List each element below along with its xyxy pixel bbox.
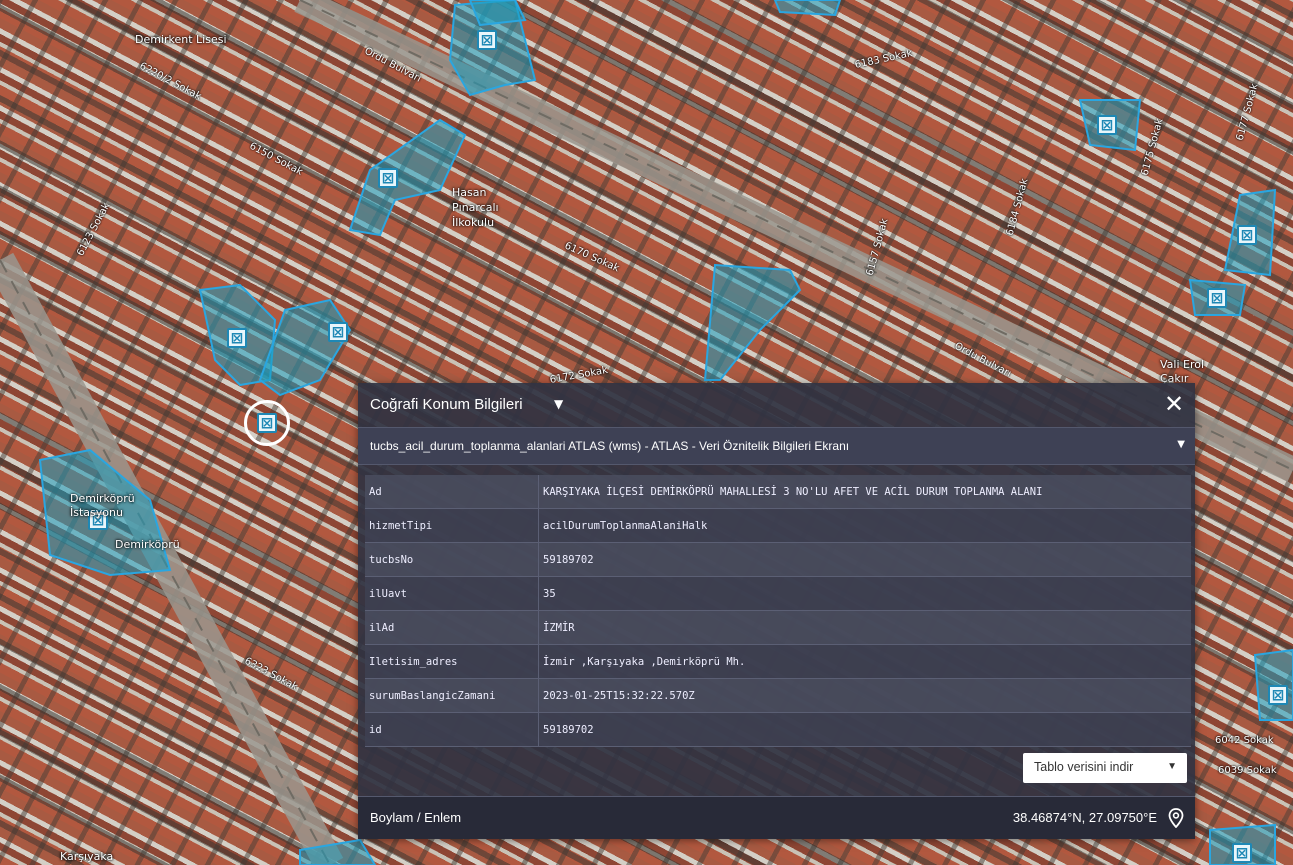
download-button-label: Tablo verisini indir [1034, 760, 1134, 774]
download-table-button[interactable]: Tablo verisini indir ▼ [1023, 753, 1187, 783]
panel-title[interactable]: Coğrafi Konum Bilgileri [370, 396, 523, 413]
street-label: 6039 Sokak [1218, 765, 1277, 776]
assembly-area-icon[interactable]: ⊠ [1097, 115, 1117, 135]
attribute-key: ilAd [365, 610, 539, 645]
attribute-table: Ad KARŞIYAKA İLÇESİ DEMİRKÖPRÜ MAHALLESİ … [365, 475, 1191, 747]
assembly-area-icon[interactable]: ⊠ [378, 168, 398, 188]
close-button[interactable]: ✕ [1161, 391, 1187, 417]
attribute-value: İzmir ,Karşıyaka ,Demirköprü Mh. [538, 644, 1191, 679]
selected-assembly-area-icon[interactable]: ⊠ [257, 413, 277, 433]
feature-info-panel: Coğrafi Konum Bilgileri ▼ ✕ tucbs_acil_d… [358, 383, 1195, 839]
poi-label: Karşıyaka [60, 850, 114, 863]
attribute-key: Iletisim_adres [365, 644, 539, 679]
attribute-key: tucbsNo [365, 542, 539, 577]
table-row: id 59189702 [365, 712, 1191, 747]
attribute-key: ilUavt [365, 576, 539, 611]
table-row: ilAd İZMİR [365, 610, 1191, 645]
coordinate-value: 38.46874°N, 27.09750°E [1012, 810, 1157, 825]
caret-down-icon[interactable]: ▼ [554, 397, 563, 411]
assembly-area-icon[interactable]: ⊠ [1207, 288, 1227, 308]
assembly-area-icon[interactable]: ⊠ [227, 328, 247, 348]
poi-label: Demirköprü [115, 538, 180, 551]
chevron-down-icon: ▼ [1177, 439, 1185, 450]
table-row: surumBaslangicZamani 2023-01-25T15:32:22.… [365, 678, 1191, 713]
attribute-value: İZMİR [538, 610, 1191, 645]
attribute-value: acilDurumToplanmaAlaniHalk [538, 508, 1191, 543]
poi-label: Hasan Pınarcalı İlkokulu [452, 186, 499, 229]
attribute-value: 35 [538, 576, 1191, 611]
assembly-area-icon[interactable]: ⊠ [328, 322, 348, 342]
coordinate-label: Boylam / Enlem [370, 810, 462, 825]
attribute-key: Ad [365, 475, 539, 509]
caret-down-icon: ▼ [1167, 761, 1177, 772]
assembly-area-icon[interactable]: ⊠ [477, 30, 497, 50]
assembly-area-icon[interactable]: ⊠ [1237, 225, 1257, 245]
poi-label: Demirkent Lisesi [135, 33, 227, 46]
attribute-key: id [365, 712, 539, 747]
table-row: tucbsNo 59189702 [365, 542, 1191, 577]
table-row: Iletisim_adres İzmir ,Karşıyaka ,Demirköp… [365, 644, 1191, 679]
assembly-area-icon[interactable]: ⊠ [1268, 685, 1288, 705]
table-row: ilUavt 35 [365, 576, 1191, 611]
coordinate-bar: Boylam / Enlem 38.46874°N, 27.09750°E [358, 796, 1195, 839]
attribute-value: 59189702 [538, 712, 1191, 747]
layer-select-value: tucbs_acil_durum_toplanma_alanlari ATLAS… [370, 439, 850, 453]
layer-select-dropdown[interactable]: tucbs_acil_durum_toplanma_alanlari ATLAS… [358, 427, 1195, 465]
attribute-value: KARŞIYAKA İLÇESİ DEMİRKÖPRÜ MAHALLESİ 3 … [538, 475, 1191, 509]
assembly-area-icon[interactable]: ⊠ [1232, 843, 1252, 863]
attribute-key: hizmetTipi [365, 508, 539, 543]
poi-label: Vali Erol Çakır [1160, 358, 1205, 385]
table-row: Ad KARŞIYAKA İLÇESİ DEMİRKÖPRÜ MAHALLESİ … [365, 475, 1191, 509]
attribute-key: surumBaslangicZamani [365, 678, 539, 713]
panel-header: Coğrafi Konum Bilgileri ▼ ✕ [358, 383, 1195, 427]
location-pin-icon[interactable] [1168, 808, 1184, 828]
table-row: hizmetTipi acilDurumToplanmaAlaniHalk [365, 508, 1191, 543]
attribute-value: 59189702 [538, 542, 1191, 577]
poi-label: Demirköprü İstasyonu [70, 492, 135, 519]
attribute-value: 2023-01-25T15:32:22.570Z [538, 678, 1191, 713]
street-label: 6042 Sokak [1215, 735, 1274, 746]
